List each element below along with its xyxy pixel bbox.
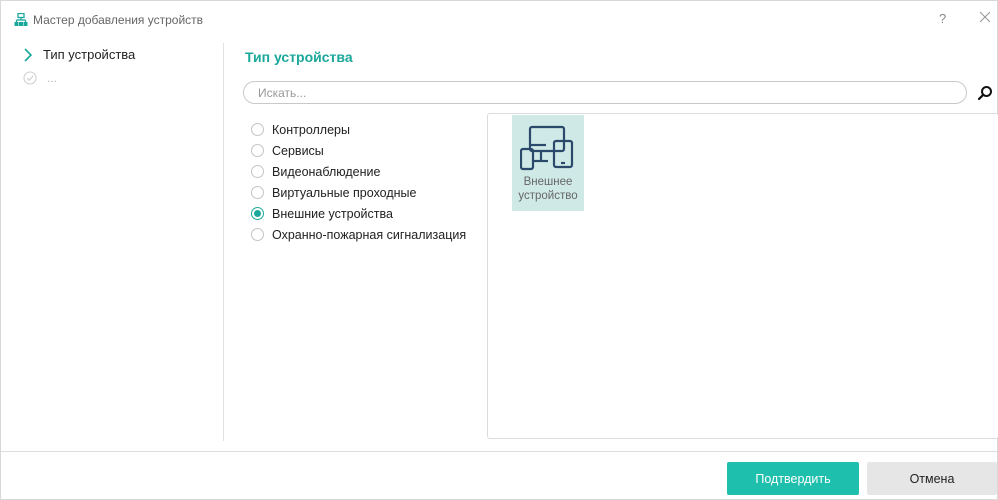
device-wizard-dialog: Мастер добавления устройств ? Тип устрой… [0,0,998,500]
category-label: Контроллеры [272,122,350,137]
search-box [243,81,967,104]
confirm-button[interactable]: Подтвердить [727,462,859,495]
radio-button[interactable] [251,144,264,157]
page-title: Тип устройства [245,49,353,65]
category-label: Сервисы [272,143,324,158]
title-bar: Мастер добавления устройств ? [1,1,997,39]
step-label: Тип устройства [43,47,136,62]
device-tile-label: Внешнее устройство [518,176,578,202]
device-tile-external[interactable]: Внешнее устройство [512,115,584,211]
search-icon[interactable] [977,85,993,101]
category-label: Виртуальные проходные [272,185,417,200]
device-tiles-panel: Внешнее устройство [487,113,998,439]
network-icon [14,13,28,26]
search-input[interactable] [258,85,948,101]
radio-button[interactable] [251,165,264,178]
footer-divider [1,451,997,452]
category-virtual-checkpoints[interactable]: Виртуальные проходные [251,182,483,203]
step-label: ... [47,71,58,85]
category-fire-alarm[interactable]: Охранно-пожарная сигнализация [251,224,483,245]
category-services[interactable]: Сервисы [251,140,483,161]
category-list: Контроллеры Сервисы Видеонаблюдение Вирт… [251,119,483,245]
radio-button[interactable] [251,228,264,241]
step-pending: ... [23,71,57,85]
window-title: Мастер добавления устройств [33,13,204,27]
category-external-devices[interactable]: Внешние устройства [251,203,483,224]
category-label: Внешние устройства [272,206,393,221]
devices-icon [520,125,574,171]
sidebar-divider [223,43,224,441]
check-circle-icon [23,71,37,85]
chevron-right-icon [24,47,33,62]
help-button[interactable]: ? [939,11,946,26]
category-label: Охранно-пожарная сигнализация [272,227,467,242]
category-label: Видеонаблюдение [272,164,381,179]
category-video-surveillance[interactable]: Видеонаблюдение [251,161,483,182]
radio-button-selected[interactable] [251,207,264,220]
radio-button[interactable] [251,123,264,136]
radio-button[interactable] [251,186,264,199]
cancel-button[interactable]: Отмена [867,462,997,495]
category-controllers[interactable]: Контроллеры [251,119,483,140]
close-icon[interactable] [979,11,991,23]
step-device-type[interactable]: Тип устройства [23,47,135,62]
wizard-steps: Тип устройства ... [1,39,223,441]
